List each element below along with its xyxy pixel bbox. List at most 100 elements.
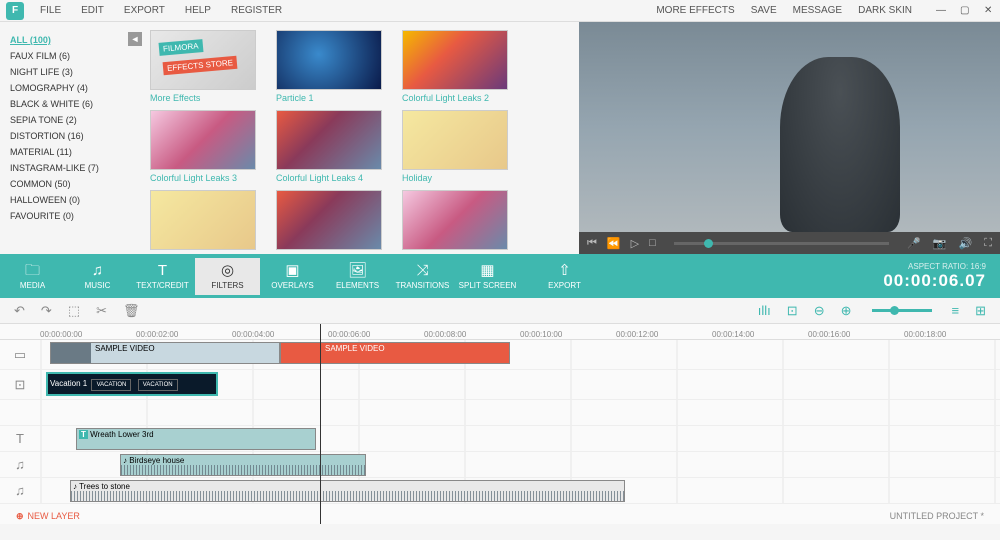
tab-export[interactable]: ⇧EXPORT [532, 258, 597, 295]
text-track-icon: T [0, 431, 40, 446]
gallery-item-more-effects[interactable]: FILMORA EFFECTS STORE More Effects [150, 30, 256, 106]
new-layer-button[interactable]: NEW LAYER [28, 511, 80, 521]
menu-dark-skin[interactable]: DARK SKIN [850, 5, 920, 16]
menu-message[interactable]: MESSAGE [785, 5, 850, 16]
filters-icon: ◎ [195, 262, 260, 280]
tab-media[interactable]: 🗀MEDIA [0, 258, 65, 295]
menu-save[interactable]: SAVE [743, 5, 785, 16]
sidebar-item-faux-film[interactable]: FAUX FILM (6) [10, 48, 144, 64]
clip-video2[interactable]: SAMPLE VIDEO [280, 342, 510, 364]
transitions-icon: ⤨ [390, 262, 455, 280]
gallery-item-leak4[interactable]: Colorful Light Leaks 4 [276, 110, 382, 186]
tab-elements[interactable]: 🖼ELEMENTS [325, 258, 390, 295]
delete-icon[interactable]: 🗑 [123, 303, 140, 319]
stop-icon[interactable]: □ [649, 237, 656, 249]
time-ruler[interactable]: 00:00:00:00 00:00:02:00 00:00:04:00 00:0… [0, 324, 1000, 340]
sidebar-item-night-life[interactable]: NIGHT LIFE (3) [10, 64, 144, 80]
clip-text[interactable]: T Wreath Lower 3rd [76, 428, 316, 450]
tab-transitions[interactable]: ⤨TRANSITIONS [390, 258, 455, 295]
menu-export[interactable]: EXPORT [114, 5, 175, 16]
thumb-leak[interactable] [276, 110, 382, 170]
play-icon[interactable]: ▷ [631, 237, 639, 250]
menu-register[interactable]: REGISTER [221, 5, 292, 16]
clip-video1[interactable]: SAMPLE VIDEO [50, 342, 280, 364]
audio-settings-icon[interactable]: ıllı [758, 303, 771, 318]
skip-start-icon[interactable]: ⏮ [587, 237, 597, 250]
gallery-item-holiday[interactable]: Holiday [402, 110, 508, 186]
sidebar-item-sepia[interactable]: SEPIA TONE (2) [10, 112, 144, 128]
menu-edit[interactable]: EDIT [71, 5, 114, 16]
text-icon: T [130, 262, 195, 280]
volume-icon[interactable]: 🔊 [959, 237, 973, 250]
menu-help[interactable]: HELP [175, 5, 221, 16]
timeline-toolbar: ↶ ↷ ⬚ ✂ 🗑 ıllı ⊡ ⊖ ⊕ ≡ ⊞ [0, 298, 1000, 324]
sidebar-item-lomography[interactable]: LOMOGRAPHY (4) [10, 80, 144, 96]
clip-audio2[interactable]: ♪ Trees to stone [70, 480, 625, 502]
empty-track [0, 400, 1000, 426]
sidebar-item-halloween[interactable]: HALLOWEEN (0) [10, 192, 144, 208]
gallery-item-particle[interactable]: Particle 1 [276, 30, 382, 106]
gallery-label: Particle 1 [276, 90, 382, 106]
new-layer-plus-icon[interactable]: ⊕ [16, 511, 24, 522]
gallery-item-leak3[interactable]: Colorful Light Leaks 3 [150, 110, 256, 186]
tab-split[interactable]: ▦SPLIT SCREEN [455, 258, 520, 295]
thumb[interactable] [276, 190, 382, 250]
preview-video[interactable] [579, 22, 1000, 232]
sidebar-item-instagram[interactable]: INSTAGRAM-LIKE (7) [10, 160, 144, 176]
tab-music[interactable]: ♫MUSIC [65, 258, 130, 295]
preview-panel: ⏮ ⏪ ▷ □ 🎤 📷 🔊 ⛶ [579, 22, 1000, 254]
list-view-icon[interactable]: ≡ [952, 303, 960, 318]
minimize-icon[interactable]: — [928, 5, 944, 16]
playback-progress[interactable] [674, 242, 889, 245]
clip-vacation[interactable]: Vacation 1 VACATION VACATION [46, 372, 218, 396]
ruler-tick: 00:00:12:00 [616, 330, 712, 339]
snapshot-icon[interactable]: 📷 [933, 237, 947, 250]
menu-more-effects[interactable]: MORE EFFECTS [648, 5, 742, 16]
gallery-item-leak2[interactable]: Colorful Light Leaks 2 [402, 30, 508, 106]
thumb-store[interactable]: FILMORA EFFECTS STORE [150, 30, 256, 90]
sidebar-item-all[interactable]: ALL (100) [10, 32, 144, 48]
top-menu-bar: F FILE EDIT EXPORT HELP REGISTER MORE EF… [0, 0, 1000, 22]
tab-overlays[interactable]: ▣OVERLAYS [260, 258, 325, 295]
tab-filters[interactable]: ◎FILTERS [195, 258, 260, 295]
sidebar-item-distortion[interactable]: DISTORTION (16) [10, 128, 144, 144]
vacation-sign: VACATION [91, 379, 131, 391]
fullscreen-icon[interactable]: ⛶ [984, 237, 992, 250]
ruler-tick: 00:00:02:00 [136, 330, 232, 339]
close-icon[interactable]: ✕ [976, 5, 992, 16]
menu-file[interactable]: FILE [30, 5, 71, 16]
playhead[interactable] [320, 324, 321, 524]
thumb[interactable] [150, 190, 256, 250]
thumb-leak[interactable] [402, 30, 508, 90]
zoom-in-icon[interactable]: ⊕ [841, 303, 852, 319]
sidebar-item-favourite[interactable]: FAVOURITE (0) [10, 208, 144, 224]
zoom-out-icon[interactable]: ⊖ [814, 303, 825, 319]
sidebar-item-material[interactable]: MATERIAL (11) [10, 144, 144, 160]
zoom-fit-icon[interactable]: ⊡ [787, 303, 798, 319]
crop-icon[interactable]: ⬚ [68, 303, 80, 319]
thumb-particle[interactable] [276, 30, 382, 90]
sidebar-collapse-icon[interactable]: ◄ [128, 32, 142, 46]
clip-audio1[interactable]: ♪ Birdseye house [120, 454, 366, 476]
ruler-tick: 00:00:08:00 [424, 330, 520, 339]
folder-icon: 🗀 [0, 262, 65, 280]
filter-category-sidebar: ◄ ALL (100) FAUX FILM (6) NIGHT LIFE (3)… [0, 22, 146, 254]
prev-frame-icon[interactable]: ⏪ [607, 237, 621, 250]
undo-icon[interactable]: ↶ [14, 303, 25, 319]
timeline-footer: ⊕ NEW LAYER UNTITLED PROJECT * [0, 508, 1000, 524]
cut-icon[interactable]: ✂ [96, 303, 107, 319]
tab-text[interactable]: TTEXT/CREDIT [130, 258, 195, 295]
thumb-leak[interactable] [150, 110, 256, 170]
mode-tabs: 🗀MEDIA ♫MUSIC TTEXT/CREDIT ◎FILTERS ▣OVE… [0, 254, 1000, 298]
maximize-icon[interactable]: ▢ [952, 5, 968, 16]
sidebar-item-common[interactable]: COMMON (50) [10, 176, 144, 192]
zoom-slider[interactable] [872, 309, 932, 312]
elements-icon: 🖼 [325, 262, 390, 280]
thumb[interactable] [402, 190, 508, 250]
redo-icon[interactable]: ↷ [41, 303, 52, 319]
split-icon: ▦ [455, 262, 520, 280]
sidebar-item-black-white[interactable]: BLACK & WHITE (6) [10, 96, 144, 112]
grid-view-icon[interactable]: ⊞ [975, 303, 986, 319]
mic-icon[interactable]: 🎤 [907, 237, 921, 250]
thumb-holiday[interactable] [402, 110, 508, 170]
